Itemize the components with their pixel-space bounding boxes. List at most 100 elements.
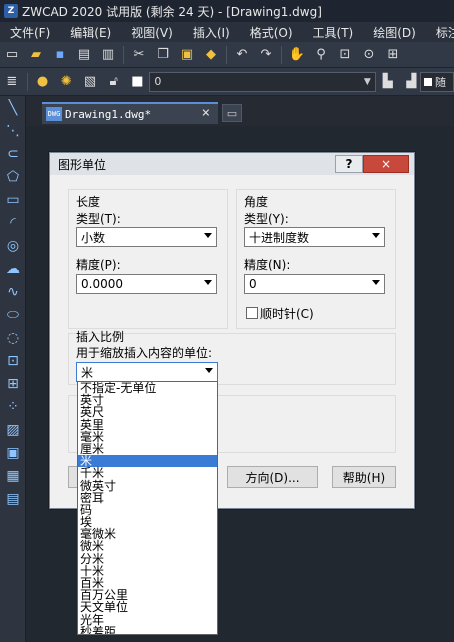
unit-list-item[interactable]: 密耳 xyxy=(78,492,217,504)
new-tab-button[interactable]: ▭ xyxy=(222,104,242,122)
length-precision-label: 精度(P): xyxy=(76,258,121,272)
zoom-previous-icon[interactable]: ⊙ xyxy=(360,46,378,64)
line-tool-icon[interactable]: ╲ xyxy=(0,96,26,119)
unit-list-item[interactable]: 分米 xyxy=(78,553,217,565)
circle-icon[interactable]: ◎ xyxy=(0,234,26,257)
chevron-down-icon xyxy=(205,368,213,373)
tab-drawing1[interactable]: DWG Drawing1.dwg* × xyxy=(42,102,218,124)
help-question-button[interactable]: ? xyxy=(335,155,363,173)
length-type-label: 类型(T): xyxy=(76,212,121,226)
title-bar: Z ZWCAD 2020 试用版 (剩余 24 天) - [Drawing1.d… xyxy=(0,0,454,22)
construction-line-icon[interactable]: ⋱ xyxy=(0,119,26,142)
layer-dropdown-value: 0 xyxy=(154,75,162,88)
unit-list-item[interactable]: 微米 xyxy=(78,540,217,552)
unit-list-item[interactable]: 秒差距 xyxy=(78,626,217,634)
menu-edit[interactable]: 编辑(E) xyxy=(60,24,121,41)
menu-draw[interactable]: 绘图(D) xyxy=(363,24,426,41)
clockwise-label[interactable]: 顺时针(C) xyxy=(260,305,314,322)
layer-on-bulb-icon[interactable]: ● xyxy=(34,73,52,91)
unit-list-item[interactable]: 天文单位 xyxy=(78,601,217,613)
layer-manager-icon[interactable]: ≣ xyxy=(3,73,21,91)
polygon-icon[interactable]: ⬠ xyxy=(0,165,26,188)
insert-scale-group-label: 插入比例 xyxy=(76,330,125,344)
print-icon[interactable]: ▤ xyxy=(75,46,93,64)
insert-block-icon[interactable]: ⊡ xyxy=(0,349,26,372)
unit-list-item[interactable]: 微英寸 xyxy=(78,479,217,492)
insert-units-list[interactable]: 不指定-无单位 英寸 英尺 英里 毫米 厘米米千米 微英寸 密耳码埃毫微米 微米 分米 十米 百米 百万… xyxy=(77,381,218,635)
ellipse-icon[interactable]: ⬭ xyxy=(0,303,26,326)
layer-freeze-sun-icon[interactable]: ✺ xyxy=(57,73,75,91)
make-block-icon[interactable]: ⊞ xyxy=(0,372,26,395)
open-folder-icon[interactable]: ▰ xyxy=(27,46,45,64)
menu-format[interactable]: 格式(O) xyxy=(240,24,303,41)
new-file-icon[interactable]: ▭ xyxy=(3,46,21,64)
menu-dimension[interactable]: 标注 xyxy=(426,24,454,41)
zoom-window-icon[interactable]: ⊡ xyxy=(336,46,354,64)
window-title: ZWCAD 2020 试用版 (剩余 24 天) - [Drawing1.dwg… xyxy=(22,4,322,19)
length-precision-dropdown[interactable]: 0.0000 xyxy=(76,274,217,294)
table-icon[interactable]: ▦ xyxy=(0,464,26,487)
unit-list-item[interactable]: 英里 xyxy=(78,418,217,431)
standard-toolbar: ▭ ▰ ▪ ▤ ▥ ✂ ❐ ▣ ◆ ↶ ↷ ✋ ⚲ ⊡ ⊙ ⊞ xyxy=(0,42,454,68)
unit-list-item[interactable]: 千米 xyxy=(78,467,217,479)
angle-group-label: 角度 xyxy=(244,195,269,209)
paste-icon[interactable]: ▣ xyxy=(178,46,196,64)
zoom-extents-icon[interactable]: ⊞ xyxy=(384,46,402,64)
arc-icon[interactable]: ◜ xyxy=(0,211,26,234)
revision-cloud-icon[interactable]: ☁ xyxy=(0,257,26,280)
layer-toolbar: ≣ ● ✺ ▧ 🔓︎ ■ 0 ▼ ▙ ▟ ▛ 随 xyxy=(0,68,454,96)
unit-list-item[interactable]: 码 xyxy=(78,504,217,516)
menu-tools[interactable]: 工具(T) xyxy=(303,24,364,41)
angle-precision-dropdown[interactable]: 0 xyxy=(244,274,385,294)
angle-precision-value: 0 xyxy=(249,277,257,291)
menu-bar: 文件(F) 编辑(E) 视图(V) 插入(I) 格式(O) 工具(T) 绘图(D… xyxy=(0,22,454,42)
angle-precision-label: 精度(N): xyxy=(244,258,291,272)
angle-type-dropdown[interactable]: 十进制度数 xyxy=(244,227,385,247)
menu-insert[interactable]: 插入(I) xyxy=(183,24,240,41)
insert-units-dropdown[interactable]: 米 xyxy=(76,362,218,382)
dwg-file-icon: DWG xyxy=(46,107,62,121)
spline-icon[interactable]: ∿ xyxy=(0,280,26,303)
pan-hand-icon[interactable]: ✋ xyxy=(288,46,306,64)
print-preview-icon[interactable]: ▥ xyxy=(99,46,117,64)
layer-lock-icon[interactable]: 🔓︎ xyxy=(105,73,123,91)
length-type-dropdown[interactable]: 小数 xyxy=(76,227,217,247)
unit-list-item[interactable]: 厘米 xyxy=(78,443,217,455)
point-icon[interactable]: ⁘ xyxy=(0,395,26,418)
chevron-down-icon xyxy=(204,280,212,285)
undo-icon[interactable]: ↶ xyxy=(233,46,251,64)
copy-icon[interactable]: ❐ xyxy=(154,46,172,64)
layer-dropdown[interactable]: 0 ▼ xyxy=(149,71,376,92)
zoom-realtime-icon[interactable]: ⚲ xyxy=(312,46,330,64)
make-object-layer-current-icon[interactable]: ▙ xyxy=(379,73,397,91)
close-icon[interactable]: × xyxy=(202,105,210,121)
layer-previous-icon[interactable]: ▟ xyxy=(403,73,421,91)
cut-icon[interactable]: ✂ xyxy=(130,46,148,64)
layer-color-swatch-icon[interactable]: ■ xyxy=(129,73,147,91)
insert-scale-description: 用于缩放插入内容的单位: xyxy=(76,346,213,360)
direction-button[interactable]: 方向(D)... xyxy=(227,466,318,488)
save-icon[interactable]: ▪ xyxy=(51,46,69,64)
ellipse-arc-icon[interactable]: ◌ xyxy=(0,326,26,349)
menu-view[interactable]: 视图(V) xyxy=(121,24,183,41)
chevron-down-icon xyxy=(372,233,380,238)
multiline-text-icon[interactable]: ▤ xyxy=(0,487,26,510)
hatch-icon[interactable]: ▨ xyxy=(0,418,26,441)
color-dropdown[interactable]: 随 xyxy=(420,72,454,92)
new-drawing-icon: ▭ xyxy=(226,106,238,120)
zwcad-logo-icon: Z xyxy=(4,4,18,18)
rectangle-icon[interactable]: ▭ xyxy=(0,188,26,211)
clockwise-checkbox[interactable] xyxy=(246,307,258,319)
polyline-icon[interactable]: ⊂ xyxy=(0,142,26,165)
menu-file[interactable]: 文件(F) xyxy=(0,24,60,41)
layer-vp-freeze-icon[interactable]: ▧ xyxy=(81,73,99,91)
length-group-label: 长度 xyxy=(76,195,101,209)
help-button[interactable]: 帮助(H) xyxy=(332,466,396,488)
match-properties-icon[interactable]: ◆ xyxy=(202,46,220,64)
region-icon[interactable]: ▣ xyxy=(0,441,26,464)
unit-list-item[interactable]: 光年 xyxy=(78,613,217,626)
chevron-down-icon: ▼ xyxy=(363,76,371,87)
dialog-close-button[interactable]: × xyxy=(363,155,409,173)
redo-icon[interactable]: ↷ xyxy=(257,46,275,64)
unit-list-item[interactable]: 英尺 xyxy=(78,406,217,418)
